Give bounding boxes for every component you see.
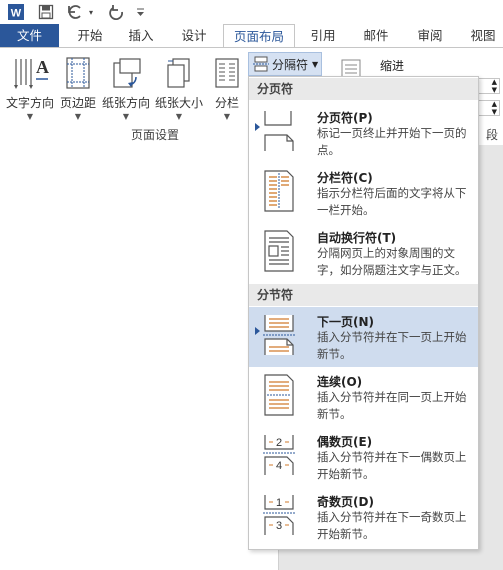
columns-button[interactable]: 分栏 ▼ [208,54,246,121]
breaks-dropdown-menu: 分页符 分页符(P) 标记一页终止并开始下一页的点。 分栏符(C) 指示分栏符后… [248,76,479,550]
menu-item-odd-page[interactable]: 13 奇数页(D) 插入分节符并在下一奇数页上开始新节。 [249,487,478,547]
margins-label: 页边距 [59,96,96,110]
svg-text:4: 4 [276,460,282,472]
undo-icon[interactable] [64,2,86,22]
menu-item-title: 下一页(N) [317,315,375,329]
menu-item-page-break[interactable]: 分页符(P) 标记一页终止并开始下一页的点。 [249,103,478,163]
menu-item-description: 插入分节符并在下一偶数页上开始新节。 [317,450,467,481]
orientation-button[interactable]: 纸张方向 ▼ [100,54,152,121]
orientation-icon [100,54,152,92]
quick-access-toolbar: W ▾ [0,0,503,24]
customize-toolbar-icon[interactable] [134,2,146,22]
text-direction-button[interactable]: A 文字方向 ▼ [4,54,56,121]
spinner-icon[interactable]: ▲ ▼ [492,100,497,116]
orientation-label: 纸张方向 [101,96,150,110]
text-direction-label: 文字方向 [5,96,54,110]
continuous-section-icon [259,373,299,417]
margins-icon [58,54,98,92]
indent-label: 缩进 [380,59,405,73]
page-size-button[interactable]: 纸张大小 ▼ [154,54,204,121]
breaks-icon [253,56,269,72]
redo-icon[interactable] [106,2,128,22]
menu-item-description: 标记一页终止并开始下一页的点。 [317,126,467,157]
save-icon[interactable] [36,2,56,22]
svg-text:W: W [11,8,22,20]
paragraph-group-label: 段 [486,128,499,142]
breaks-label: 分隔符 [272,57,309,72]
page-size-icon [154,54,204,92]
menu-item-description: 插入分节符并在同一页上开始新节。 [317,390,467,421]
next-page-section-icon [259,313,299,357]
svg-text:2: 2 [276,437,282,449]
tab-page-layout[interactable]: 页面布局 [223,24,295,49]
page-break-icon [259,109,299,153]
undo-dropdown-arrow[interactable]: ▾ [86,2,96,22]
page-breaks-header: 分页符 [249,78,478,100]
odd-page-section-icon: 13 [259,493,299,537]
chevron-down-icon: ▼ [312,59,319,69]
menu-item-continuous[interactable]: 连续(O) 插入分节符并在同一页上开始新节。 [249,367,478,427]
tab-view[interactable]: 视图 [463,24,503,48]
tab-file[interactable]: 文件 [0,24,59,48]
menu-item-column-break[interactable]: 分栏符(C) 指示分栏符后面的文字将从下一栏开始。 [249,163,478,223]
menu-item-title: 分栏符(C) [317,171,373,185]
tab-home[interactable]: 开始 [70,24,110,48]
menu-item-title: 奇数页(D) [317,495,374,509]
columns-icon [208,54,246,92]
chevron-down-icon: ▼ [175,112,183,121]
document-page[interactable] [0,145,279,570]
chevron-down-icon: ▼ [74,112,82,121]
column-break-icon [259,169,299,213]
text-direction-icon: A [4,54,56,92]
ribbon-tabs: 文件 开始 插入 设计 页面布局 引用 邮件 审阅 视图 [0,24,503,49]
tab-insert[interactable]: 插入 [121,24,161,48]
page-setup-group-label: 页面设置 [130,128,179,142]
section-breaks-header: 分节符 [249,284,478,306]
menu-item-title: 分页符(P) [317,111,373,125]
chevron-down-icon: ▼ [223,112,231,121]
menu-item-title: 自动换行符(T) [317,231,397,245]
even-page-section-icon: 24 [259,433,299,477]
svg-text:A: A [36,57,49,77]
tab-design[interactable]: 设计 [174,24,214,48]
chevron-down-icon: ▼ [122,112,130,121]
menu-item-description: 指示分栏符后面的文字将从下一栏开始。 [317,186,467,217]
page-size-label: 纸张大小 [154,96,203,110]
menu-item-description: 插入分节符并在下一奇数页上开始新节。 [317,510,467,541]
menu-item-title: 连续(O) [317,375,363,389]
chevron-down-icon: ▼ [26,112,34,121]
svg-text:3: 3 [276,520,282,532]
menu-item-title: 偶数页(E) [317,435,373,449]
menu-item-text-wrapping-break[interactable]: 自动换行符(T) 分隔网页上的对象周围的文字，如分隔题注文字与正文。 [249,223,478,283]
word-app-icon[interactable]: W [6,2,26,22]
tab-mailings[interactable]: 邮件 [356,24,396,48]
spinner-icon[interactable]: ▲ ▼ [492,78,497,94]
text-wrapping-break-icon [259,229,299,273]
margins-button[interactable]: 页边距 ▼ [58,54,98,121]
menu-item-description: 插入分节符并在下一页上开始新节。 [317,330,467,361]
tab-references[interactable]: 引用 [303,24,343,48]
svg-text:1: 1 [276,497,282,509]
tab-review[interactable]: 审阅 [410,24,450,48]
breaks-button[interactable]: 分隔符 ▼ [248,52,322,76]
menu-item-next-page[interactable]: 下一页(N) 插入分节符并在下一页上开始新节。 [249,307,478,367]
menu-item-even-page[interactable]: 24 偶数页(E) 插入分节符并在下一偶数页上开始新节。 [249,427,478,487]
menu-item-description: 分隔网页上的对象周围的文字，如分隔题注文字与正文。 [317,246,467,277]
columns-label: 分栏 [214,96,239,110]
